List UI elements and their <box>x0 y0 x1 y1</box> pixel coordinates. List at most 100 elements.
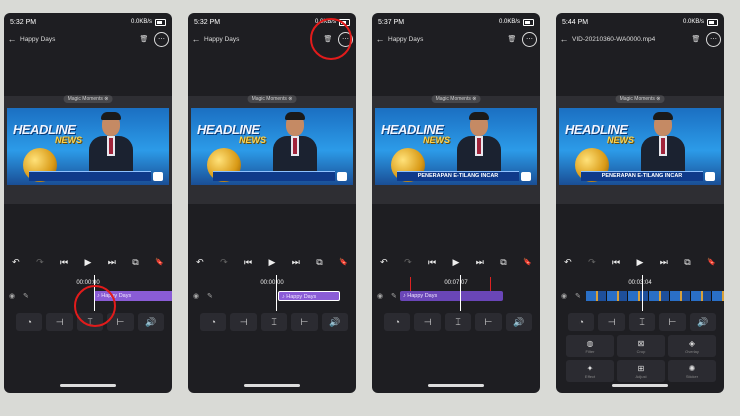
project-title: VID-20210360-WA0000.mp4 <box>572 35 656 43</box>
pen-icon[interactable]: ✎ <box>391 292 397 300</box>
pen-icon[interactable]: ✎ <box>207 292 213 300</box>
grid-tool-3[interactable]: ◈ Overlay <box>668 335 716 357</box>
volume-button[interactable]: 🔊 <box>505 313 533 331</box>
more-menu-icon[interactable]: ⋯ <box>706 31 721 47</box>
grid-tool-4[interactable]: ✦ Effect <box>566 360 614 382</box>
bookmark-icon[interactable]: 🔖 <box>339 258 348 266</box>
volume-button[interactable]: 🔊 <box>689 313 717 331</box>
skip-forward-icon[interactable]: ⏭ <box>108 257 116 268</box>
split-button[interactable]: ⌶ <box>444 313 472 331</box>
preview-watermark[interactable]: Magic Moments ⊗ <box>615 95 665 103</box>
skip-forward-icon[interactable]: ⏭ <box>660 257 668 268</box>
grid-tool-6[interactable]: ✺ Sticker <box>668 360 716 382</box>
trim-right-button[interactable]: ⊢ <box>291 313 318 331</box>
video-preview: Magic Moments ⊗ HEADLINE NEWS PENERAPAN … <box>556 95 724 204</box>
trash-icon[interactable]: 🗑 <box>137 32 151 46</box>
bookmark-icon[interactable]: 🔖 <box>523 258 532 266</box>
playhead[interactable] <box>460 275 461 311</box>
playhead[interactable] <box>276 275 277 311</box>
split-button[interactable]: ⌶ <box>260 313 288 331</box>
volume-button[interactable]: 🔊 <box>137 313 165 331</box>
loop-icon[interactable]: ⧉ <box>500 257 506 268</box>
audio-clip-selected[interactable]: ♪ Happy Days <box>278 291 340 301</box>
grid-tool-5[interactable]: ⊞ Adjust <box>617 360 665 382</box>
eye-icon[interactable]: ◉ <box>377 292 383 300</box>
speed-tool-button[interactable]: ◔ <box>200 313 227 331</box>
play-icon[interactable]: ▶ <box>452 257 459 268</box>
eye-icon[interactable]: ◉ <box>9 292 15 300</box>
battery-icon <box>523 18 534 26</box>
skip-back-icon[interactable]: ⏮ <box>612 257 620 268</box>
play-icon[interactable]: ▶ <box>268 257 275 268</box>
back-arrow-icon[interactable]: ← <box>372 34 388 44</box>
speed-tool-button[interactable]: ◔ <box>384 313 411 331</box>
status-bar: 5:44 PM 0.0KB/s <box>562 16 718 28</box>
bookmark-icon[interactable]: 🔖 <box>155 258 164 266</box>
skip-back-icon[interactable]: ⏮ <box>244 257 252 268</box>
trim-left-button[interactable]: ⊣ <box>598 313 625 331</box>
grid-tool-label: Adjust <box>635 373 647 379</box>
speed-tool-button[interactable]: ◔ <box>16 313 43 331</box>
trash-icon[interactable]: 🗑 <box>689 32 703 46</box>
more-menu-icon[interactable]: ⋯ <box>154 31 169 47</box>
redo-icon[interactable]: ↷ <box>36 257 44 268</box>
volume-button[interactable]: 🔊 <box>321 313 349 331</box>
back-arrow-icon[interactable]: ← <box>4 34 20 44</box>
news-text: NEWS <box>607 135 634 145</box>
grid-tool-1[interactable]: ◍ Filter <box>566 335 614 357</box>
crop-icon: ⊠ <box>637 338 645 348</box>
redo-icon[interactable]: ↷ <box>588 257 596 268</box>
loop-icon[interactable]: ⧉ <box>316 257 322 268</box>
undo-icon[interactable]: ↶ <box>380 257 388 268</box>
filter-icon: ◍ <box>586 338 594 348</box>
skip-back-icon[interactable]: ⏮ <box>60 257 68 268</box>
timeline-track[interactable]: ◉ ✎ ♪ Happy Days <box>372 290 540 302</box>
audio-clip[interactable]: ♪ Happy Days <box>400 291 503 301</box>
news-text: NEWS <box>55 135 82 145</box>
skip-forward-icon[interactable]: ⏭ <box>292 257 300 268</box>
loop-icon[interactable]: ⧉ <box>132 257 138 268</box>
preview-watermark[interactable]: Magic Moments ⊗ <box>63 95 113 103</box>
eye-icon[interactable]: ◉ <box>193 292 199 300</box>
trim-left-button[interactable]: ⊣ <box>414 313 441 331</box>
preview-watermark[interactable]: Magic Moments ⊗ <box>431 95 481 103</box>
trim-right-button[interactable]: ⊢ <box>659 313 686 331</box>
news-anchor <box>89 112 133 178</box>
more-menu-icon[interactable]: ⋯ <box>522 31 537 47</box>
pen-icon[interactable]: ✎ <box>23 292 29 300</box>
bookmark-icon[interactable]: 🔖 <box>707 258 716 266</box>
undo-icon[interactable]: ↶ <box>564 257 572 268</box>
play-icon[interactable]: ▶ <box>84 257 91 268</box>
trim-left-button[interactable]: ⊣ <box>230 313 257 331</box>
trim-right-button[interactable]: ⊢ <box>475 313 502 331</box>
split-button[interactable]: ⌶ <box>628 313 656 331</box>
playhead[interactable] <box>642 275 643 311</box>
skip-forward-icon[interactable]: ⏭ <box>476 257 484 268</box>
speed-tool-button[interactable]: ◔ <box>568 313 595 331</box>
grid-tool-label: Crop <box>636 348 646 354</box>
home-indicator <box>612 384 668 387</box>
status-time: 5:37 PM <box>378 18 405 26</box>
loop-icon[interactable]: ⧉ <box>684 257 690 268</box>
trash-icon[interactable]: 🗑 <box>505 32 519 46</box>
timeline-track[interactable]: ◉ ✎ <box>556 290 724 302</box>
preview-watermark[interactable]: Magic Moments ⊗ <box>247 95 297 103</box>
timeline-track[interactable]: ◉ ✎ ♪ Happy Days <box>188 290 356 302</box>
play-icon[interactable]: ▶ <box>636 257 643 268</box>
grid-tool-label: Sticker <box>685 373 699 379</box>
back-arrow-icon[interactable]: ← <box>556 34 572 44</box>
eye-icon[interactable]: ◉ <box>561 292 567 300</box>
redo-icon[interactable]: ↷ <box>220 257 228 268</box>
undo-icon[interactable]: ↶ <box>196 257 204 268</box>
skip-back-icon[interactable]: ⏮ <box>428 257 436 268</box>
status-bar: 5:32 PM 0.0KB/s <box>10 16 166 28</box>
trim-left-button[interactable]: ⊣ <box>46 313 73 331</box>
video-thumbnail-strip[interactable] <box>586 291 724 301</box>
news-anchor <box>457 112 501 178</box>
back-arrow-icon[interactable]: ← <box>188 34 204 44</box>
pen-icon[interactable]: ✎ <box>575 292 581 300</box>
network-speed: 0.0KB/s <box>498 19 520 25</box>
grid-tool-2[interactable]: ⊠ Crop <box>617 335 665 357</box>
redo-icon[interactable]: ↷ <box>404 257 412 268</box>
undo-icon[interactable]: ↶ <box>12 257 20 268</box>
